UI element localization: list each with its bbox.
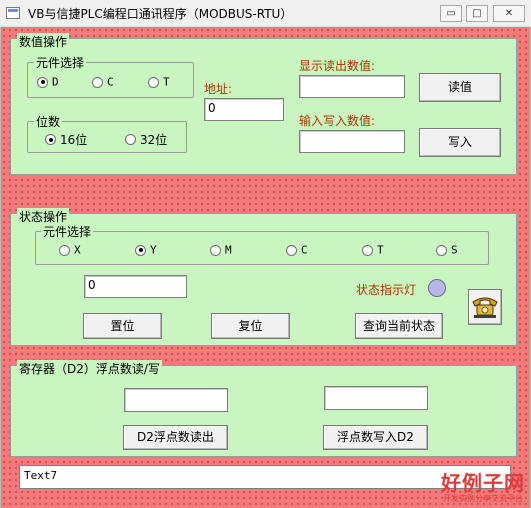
title-bar: VB与信捷PLC编程口通讯程序（MODBUS-RTU） ▭ □ ✕ <box>0 0 531 27</box>
telephone-icon <box>472 297 498 318</box>
radio-t[interactable]: T <box>362 243 384 257</box>
address-label: 地址: <box>204 82 233 96</box>
data-operation-frame: 数值操作 元件选择 D C T 位数 16位 32位 地址: 0 显示读出数值:… <box>10 33 517 175</box>
radio-dot <box>135 244 146 256</box>
watermark-subtitle: 开发实例分享交流平台 <box>443 494 523 503</box>
close-button[interactable]: ✕ <box>493 5 525 22</box>
write-value-label: 输入写入数值: <box>299 114 376 128</box>
element-select-group: 元件选择 D C T <box>27 54 194 98</box>
radio-dot <box>125 134 136 145</box>
read-button[interactable]: 读值 <box>419 73 501 102</box>
address-input[interactable]: 0 <box>204 98 284 121</box>
radio-dot <box>286 244 297 256</box>
status-element-group: 元件选择 X Y M C T S <box>35 223 489 265</box>
reset-button[interactable]: 复位 <box>211 313 290 339</box>
read-value-label: 显示读出数值: <box>299 59 376 73</box>
register-frame: 寄存器（D2）浮点数读/写 D2浮点数读出 浮点数写入D2 <box>10 360 517 457</box>
write-button[interactable]: 写入 <box>419 128 501 157</box>
radio-dot <box>59 244 70 256</box>
indicator-label: 状态指示灯 <box>356 283 417 297</box>
radio-dot <box>210 244 221 256</box>
group-title: 位数 <box>34 113 63 130</box>
frame-title: 数值操作 <box>17 33 70 50</box>
float-write-button[interactable]: 浮点数写入D2 <box>323 425 428 450</box>
radio-c[interactable]: C <box>286 243 308 257</box>
radio-m[interactable]: M <box>210 243 232 257</box>
bits-group: 位数 16位 32位 <box>27 113 187 153</box>
set-button[interactable]: 置位 <box>83 313 162 339</box>
radio-16bit[interactable]: 16位 <box>45 131 87 147</box>
app-icon[interactable] <box>6 7 20 19</box>
radio-c[interactable]: C <box>92 75 114 89</box>
group-title: 元件选择 <box>34 54 87 71</box>
radio-dot <box>92 76 103 88</box>
radio-t[interactable]: T <box>148 75 170 89</box>
minimize-button[interactable]: ▭ <box>440 5 462 22</box>
status-textbox[interactable]: Text7 <box>19 465 511 489</box>
radio-d[interactable]: D <box>37 75 59 89</box>
window-title: VB与信捷PLC编程口通讯程序（MODBUS-RTU） <box>28 7 293 21</box>
write-value-input[interactable] <box>299 130 405 153</box>
status-operation-frame: 状态操作 元件选择 X Y M C T S 0 状态指示灯 置位 复位 查询当前… <box>10 208 517 346</box>
radio-32bit[interactable]: 32位 <box>125 131 167 147</box>
maximize-button[interactable]: □ <box>466 5 488 22</box>
query-state-button[interactable]: 查询当前状态 <box>355 313 443 339</box>
float-read-button[interactable]: D2浮点数读出 <box>123 425 228 450</box>
radio-dot <box>148 76 159 88</box>
radio-x[interactable]: X <box>59 243 81 257</box>
frame-title: 寄存器（D2）浮点数读/写 <box>17 360 162 377</box>
radio-s[interactable]: S <box>436 243 458 257</box>
read-value-field[interactable] <box>299 75 405 98</box>
radio-dot <box>436 244 447 256</box>
telephone-button[interactable] <box>468 289 502 325</box>
watermark-title: 好例子网 <box>441 471 525 495</box>
status-indicator-lamp <box>428 279 446 297</box>
float-write-input[interactable] <box>324 386 428 410</box>
radio-dot <box>45 134 56 145</box>
radio-y[interactable]: Y <box>135 243 157 257</box>
float-read-field[interactable] <box>124 388 228 412</box>
status-address-input[interactable]: 0 <box>84 275 187 298</box>
radio-dot <box>362 244 373 256</box>
group-title: 元件选择 <box>41 223 94 240</box>
watermark-logo: 好例子网 开发实例分享交流平台 <box>441 472 525 504</box>
radio-dot <box>37 76 48 88</box>
